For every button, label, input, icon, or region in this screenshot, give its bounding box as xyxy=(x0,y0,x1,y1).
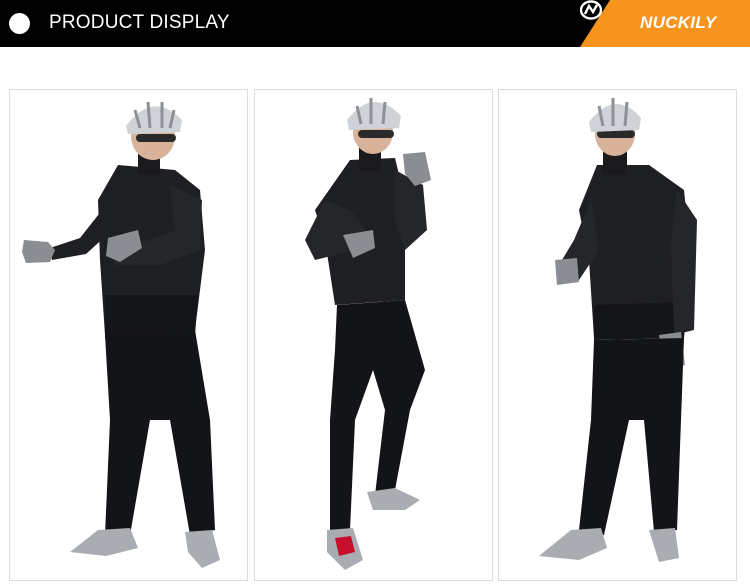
product-photo-3[interactable] xyxy=(498,89,737,581)
product-photo-1[interactable] xyxy=(9,89,248,581)
circle-bullet-icon xyxy=(9,13,30,34)
cyclist-figure-front-left xyxy=(22,101,220,568)
page-title: PRODUCT DISPLAY xyxy=(49,12,230,33)
cyclist-figure-front xyxy=(539,98,697,562)
cyclist-figure-side xyxy=(305,98,431,570)
nuckily-logo-icon xyxy=(580,0,602,20)
brand-badge[interactable]: NUCKILY xyxy=(580,0,750,47)
brand-name: NUCKILY xyxy=(640,13,717,32)
header-bar: PRODUCT DISPLAY NUCKILY xyxy=(0,0,750,47)
product-photo-2[interactable] xyxy=(254,89,493,581)
